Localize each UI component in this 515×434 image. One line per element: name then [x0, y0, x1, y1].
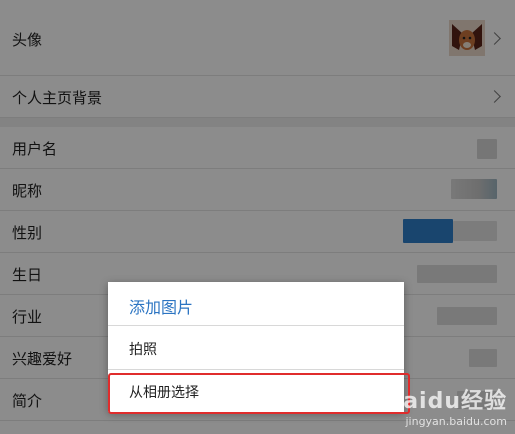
- highlight-box: [108, 373, 410, 414]
- dialog-title: 添加图片: [129, 298, 194, 317]
- take-photo-option[interactable]: 拍照: [108, 326, 404, 370]
- watermark: Baidu经验 jingyan.baidu.com: [385, 383, 507, 428]
- watermark-url: jingyan.baidu.com: [405, 415, 507, 428]
- watermark-brand: Baidu经验: [385, 389, 507, 414]
- option-label: 拍照: [129, 342, 157, 358]
